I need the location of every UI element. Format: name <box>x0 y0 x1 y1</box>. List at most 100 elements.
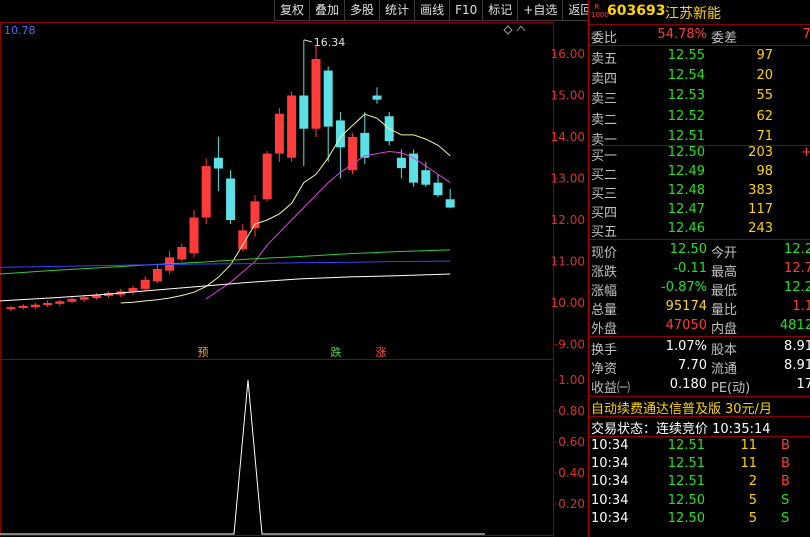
candle-body <box>323 70 333 127</box>
bid-label: 买三 <box>591 187 618 202</box>
candle-body <box>262 153 272 200</box>
tick-time: 10:34 <box>591 438 629 453</box>
signal-label-0: 预 <box>198 346 209 359</box>
y-tick-label: 16.00 <box>551 47 585 61</box>
stat2-value-2: 17 <box>796 377 810 392</box>
bid-price: 12.47 <box>667 202 705 217</box>
bid-label: 买二 <box>591 168 618 183</box>
signal-label-1: 跌 <box>331 345 342 359</box>
chart-toolbar: 复权 叠加 多股 统计 画线 F10 标记 +自选 返回 <box>274 0 599 21</box>
stat2-value-2: 8.91 <box>784 339 810 354</box>
y-tick-label: 9.00 <box>558 338 585 352</box>
bid-price: 12.50 <box>667 145 705 160</box>
bid-vol: 383 <box>748 183 773 198</box>
stat-label: 涨跌 <box>591 265 618 280</box>
stat-value: -0.87% <box>661 280 707 295</box>
indicator-line <box>0 379 485 535</box>
y-tick-label: 11.00 <box>551 255 585 269</box>
ask-vol: 20 <box>756 68 773 84</box>
toolbar-button-6[interactable]: 标记 <box>482 0 518 21</box>
bid-vol: 203 <box>748 145 773 160</box>
candle-body <box>55 301 65 304</box>
bid-extra: +6 <box>801 145 810 160</box>
tick-row: 10:34 12.50 5 S <box>589 511 810 529</box>
ask-price: 12.53 <box>667 88 705 104</box>
tick-price: 12.51 <box>667 456 705 472</box>
ma30-line <box>0 273 451 302</box>
stock-code: 603693 <box>607 3 666 19</box>
candle-body <box>189 217 199 254</box>
stock-header: R 1000 603693 江苏新能 <box>589 0 810 24</box>
tick-row: 10:34 12.51 11 B <box>589 438 810 456</box>
toolbar-button-5[interactable]: F10 <box>449 0 483 21</box>
ind-tick-label: 0.60 <box>558 435 585 449</box>
candle-body <box>360 132 370 158</box>
ma60-line <box>0 260 451 268</box>
divider <box>589 45 810 46</box>
divider <box>589 336 810 337</box>
candle-body <box>152 268 162 282</box>
ind-tick-label: 0.40 <box>558 466 585 480</box>
tick-dir: B <box>781 474 790 490</box>
ask-label: 卖三 <box>591 92 618 108</box>
toolbar-button-1[interactable]: 叠加 <box>309 0 345 21</box>
toolbar-button-0[interactable]: 复权 <box>274 0 310 21</box>
candle-body <box>201 166 211 218</box>
candle-body <box>299 95 309 129</box>
toolbar-button-3[interactable]: 统计 <box>379 0 415 21</box>
tick-vol: 2 <box>748 474 757 490</box>
quote-panel: R1000 603693 江苏新能 委比54.78%委差73卖五12.5597卖… <box>588 0 810 537</box>
stat-label-2: 最低 <box>711 284 738 299</box>
toolbar-button-4[interactable]: 画线 <box>414 0 450 21</box>
price-chart[interactable]: 16.00 15.00 14.00 13.00 12.00 11.00 10.00 9.00 1… <box>0 0 588 537</box>
tick-dir: S <box>781 510 790 526</box>
subscription-promo[interactable]: 自动续费通达信普及版 30元/月 <box>591 398 772 417</box>
candle-body <box>213 157 223 169</box>
bid-row: 买二 12.49 98 <box>589 164 810 183</box>
stat2-label-2: 股本 <box>711 343 738 358</box>
tick-time: 10:34 <box>591 456 629 472</box>
stat-row: 涨幅 -0.87% 最低 12.2 <box>589 280 810 299</box>
promo-text: 自动续费通达信普及版 <box>591 402 722 417</box>
ask-price: 12.55 <box>667 48 705 63</box>
stat2-label-2: 流通 <box>711 362 738 377</box>
y-tick-label: 12.00 <box>551 213 585 227</box>
stat-label-2: 最高 <box>711 265 738 280</box>
toolbar-button-2[interactable]: 多股 <box>344 0 380 21</box>
candle-body <box>311 58 321 129</box>
tick-price: 12.51 <box>667 474 705 490</box>
stat2-value: 0.180 <box>669 377 707 392</box>
candle-body <box>177 246 187 260</box>
y-tick-label: 14.00 <box>551 130 585 144</box>
stat2-label: 净资 <box>591 362 618 377</box>
y-tick-label: 15.00 <box>551 89 585 103</box>
weicha-label: 委差 <box>711 31 738 46</box>
stat-value: 47050 <box>665 318 707 333</box>
candle-body <box>30 304 40 308</box>
candle-body <box>274 113 284 154</box>
bid-row: 买三 12.48 383 <box>589 183 810 202</box>
ask-vol: 97 <box>756 48 773 63</box>
stat-value: 95174 <box>665 299 707 314</box>
tick-vol: 5 <box>748 510 757 526</box>
stat-value-2: 12.2 <box>784 280 810 295</box>
bid-label: 买四 <box>591 206 618 221</box>
stat-value-2: 4812 <box>779 318 810 333</box>
tick-time: 10:34 <box>591 510 629 526</box>
stat-value-2: 12.7 <box>784 261 810 276</box>
ask-price: 12.52 <box>667 108 705 124</box>
tick-time: 10:34 <box>591 474 629 490</box>
candle-body <box>18 305 28 308</box>
stat-value: -0.11 <box>673 261 707 276</box>
ask-label: 卖四 <box>591 72 618 88</box>
high-marker-line <box>303 39 312 43</box>
stat2-label: 收益㈠ <box>591 381 631 396</box>
toolbar-button-7[interactable]: +自选 <box>517 0 563 21</box>
weibi-label: 委比 <box>591 31 618 46</box>
collapse-icon <box>516 25 526 32</box>
high-marker-label: 16.34 <box>314 36 346 49</box>
tick-time: 10:34 <box>591 492 629 508</box>
tick-row: 10:34 12.50 5 S <box>589 493 810 511</box>
candle-body <box>128 288 138 292</box>
signal-label-2: 涨 <box>376 346 387 359</box>
